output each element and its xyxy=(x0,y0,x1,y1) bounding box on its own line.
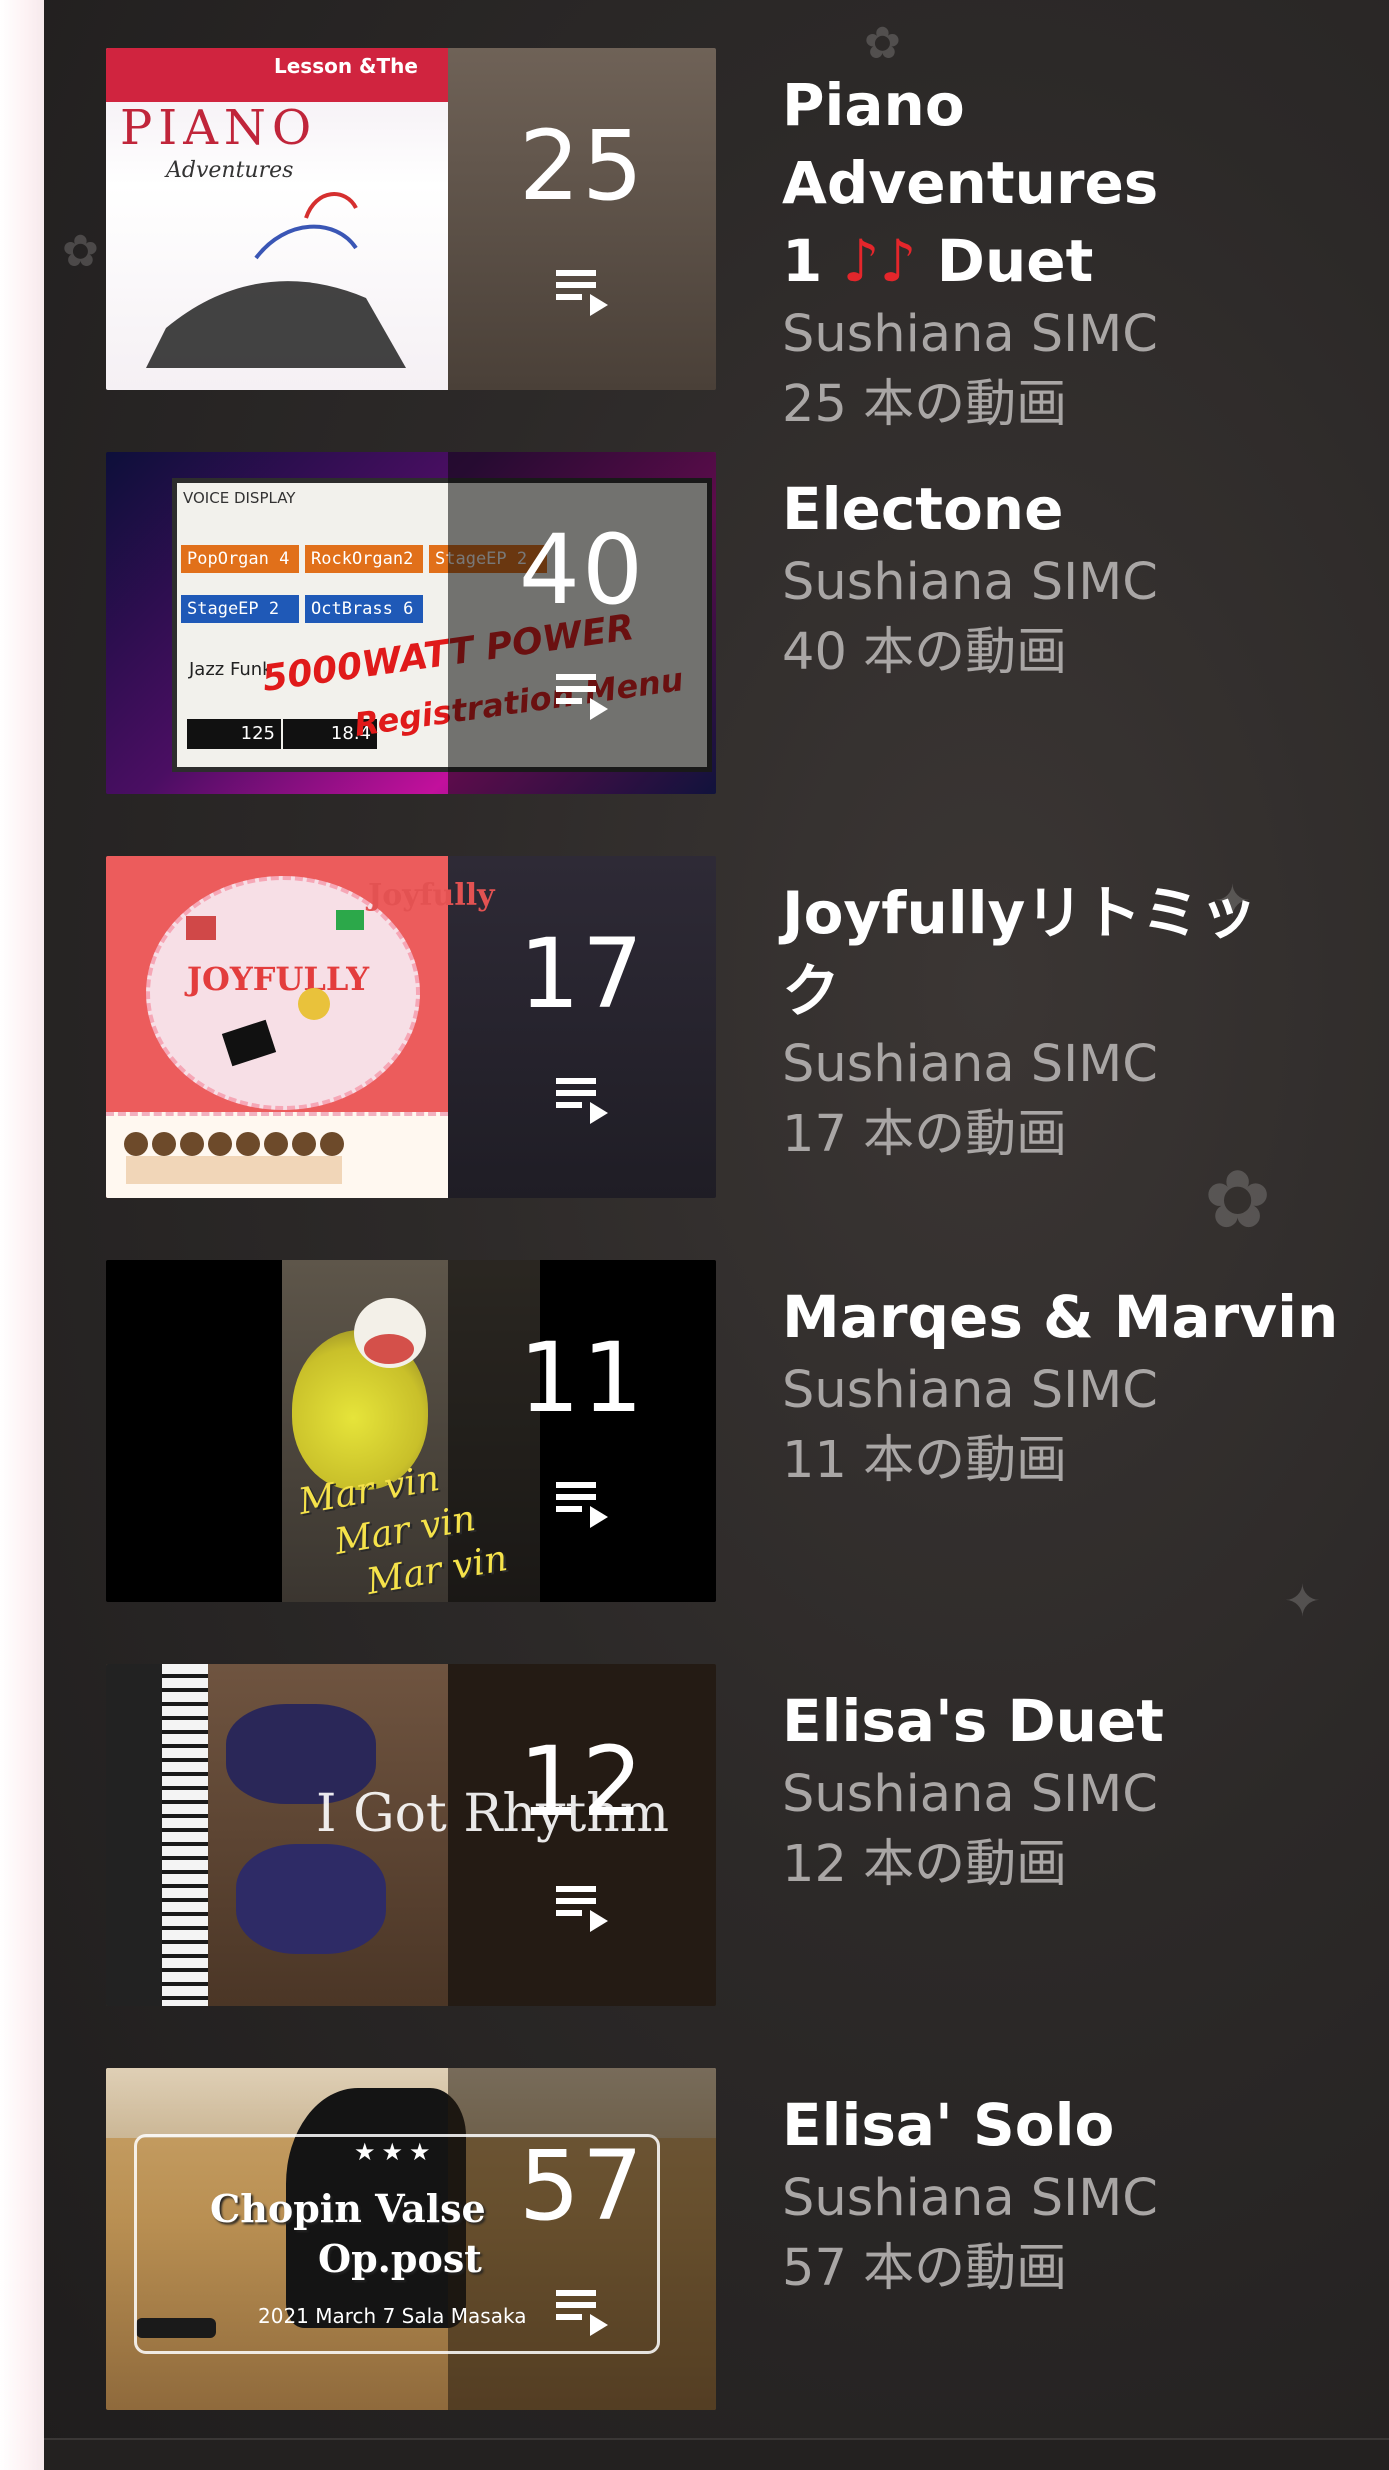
video-count-label: 25 本の動画 xyxy=(782,375,1068,434)
playlist-info: Electone Sushiana SIMC 40 本の動画 xyxy=(782,452,1342,688)
video-count-overlay: 40 xyxy=(448,452,716,794)
playlist-item[interactable]: Mar vin Mar vin Mar vin 11 Marqes & Marv… xyxy=(106,1260,1346,1602)
playlist-title[interactable]: Elisa's Duet xyxy=(782,1682,1342,1760)
playlist-title[interactable]: Joyfullyリトミッ ク xyxy=(782,874,1342,1030)
playlist-play-icon xyxy=(556,674,608,720)
video-count: 57 xyxy=(518,2130,646,2242)
video-count-label: 40 本の動画 xyxy=(782,623,1068,682)
playlist-play-icon xyxy=(556,270,608,316)
playlist-info: Elisa' Solo Sushiana SIMC 57 本の動画 xyxy=(782,2068,1342,2304)
playlist-item[interactable]: Lesson &The PIANO Adventures 25 Piano Ad… xyxy=(106,48,1346,434)
playlist-title[interactable]: Piano Adventures 1 ♪♪ Duet xyxy=(782,66,1342,300)
playlist-thumbnail[interactable]: Lesson &The PIANO Adventures 25 xyxy=(106,48,716,390)
stars-decoration: ★★★ xyxy=(354,2138,437,2166)
playlist-info: Elisa's Duet Sushiana SIMC 12 本の動画 xyxy=(782,1664,1342,1900)
playlist-panel: ✿ ✿ ✿ ✦ ✦ Lesson &The PIANO Adventures 2… xyxy=(44,0,1389,2470)
playlist-title[interactable]: Electone xyxy=(782,470,1342,548)
video-count-overlay: 57 xyxy=(448,2068,716,2410)
video-count-overlay: 25 xyxy=(448,48,716,390)
playlist-item[interactable]: JOYFULLY Joyfully 17 Joyfullyリトミッ ク Sush… xyxy=(106,856,1346,1198)
video-count-label: 17 本の動画 xyxy=(782,1105,1068,1164)
channel-name[interactable]: Sushiana SIMC xyxy=(782,1356,1342,1426)
video-count-label: 12 本の動画 xyxy=(782,1835,1068,1894)
playlist-thumbnail[interactable]: VOICE DISPLAY PopOrgan 4 RockOrgan2 Stag… xyxy=(106,452,716,794)
video-count: 12 xyxy=(518,1726,646,1838)
video-count-overlay: 12 xyxy=(448,1664,716,2006)
thumbnail-image: Lesson &The PIANO Adventures xyxy=(106,48,448,390)
playlist-info: Piano Adventures 1 ♪♪ Duet Sushiana SIMC… xyxy=(782,48,1342,440)
music-notes-icon: ♪♪ xyxy=(842,227,917,295)
playlist-info: Marqes & Marvin Sushiana SIMC 11 本の動画 xyxy=(782,1260,1342,1496)
video-count: 25 xyxy=(518,110,646,222)
playlist-play-icon xyxy=(556,2290,608,2336)
playlist-play-icon xyxy=(556,1482,608,1528)
thumbnail-text: Chopin Valse xyxy=(210,2186,486,2231)
video-count: 11 xyxy=(518,1322,646,1434)
channel-name[interactable]: Sushiana SIMC xyxy=(782,2164,1342,2234)
video-count: 17 xyxy=(518,918,646,1030)
channel-name[interactable]: Sushiana SIMC xyxy=(782,1760,1342,1830)
left-edge-strip xyxy=(0,0,44,2470)
playlist-play-icon xyxy=(556,1078,608,1124)
channel-name[interactable]: Sushiana SIMC xyxy=(782,300,1342,370)
playlist-thumbnail[interactable]: I Got Rhythm 12 xyxy=(106,1664,716,2006)
video-count-label: 11 本の動画 xyxy=(782,1431,1068,1490)
playlist-info: Joyfullyリトミッ ク Sushiana SIMC 17 本の動画 xyxy=(782,856,1342,1170)
sparkle-decoration: ✿ xyxy=(62,226,99,277)
playlist-item[interactable]: I Got Rhythm 12 Elisa's Duet Sushiana SI… xyxy=(106,1664,1346,2006)
playlist-thumbnail[interactable]: ★★★ Chopin Valse Op.post 2021 March 7 Sa… xyxy=(106,2068,716,2410)
playlist-title[interactable]: Marqes & Marvin xyxy=(782,1278,1342,1356)
video-count-overlay: 17 xyxy=(448,856,716,1198)
playlist-thumbnail[interactable]: Mar vin Mar vin Mar vin 11 xyxy=(106,1260,716,1602)
playlist-item[interactable]: ★★★ Chopin Valse Op.post 2021 March 7 Sa… xyxy=(106,2068,1346,2410)
playlist-thumbnail[interactable]: JOYFULLY Joyfully 17 xyxy=(106,856,716,1198)
video-count-label: 57 本の動画 xyxy=(782,2239,1068,2298)
channel-name[interactable]: Sushiana SIMC xyxy=(782,1030,1342,1100)
bottom-bar xyxy=(44,2438,1389,2470)
channel-name[interactable]: Sushiana SIMC xyxy=(782,548,1342,618)
playlist-item[interactable]: VOICE DISPLAY PopOrgan 4 RockOrgan2 Stag… xyxy=(106,452,1346,794)
video-count-overlay: 11 xyxy=(448,1260,716,1602)
video-count: 40 xyxy=(518,514,646,626)
playlist-play-icon xyxy=(556,1886,608,1932)
playlist-title[interactable]: Elisa' Solo xyxy=(782,2086,1342,2164)
